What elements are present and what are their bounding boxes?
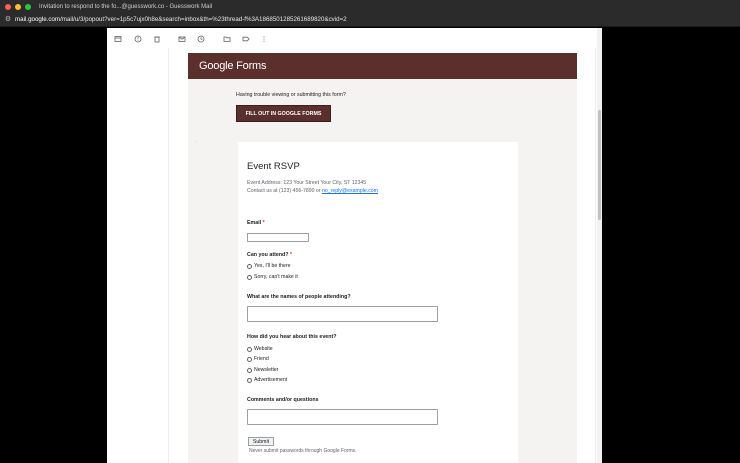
hear-label: How did you hear about this event? [247, 334, 337, 340]
browser-window: Invitation to respond to the fo...@guess… [0, 0, 740, 463]
window-background [597, 28, 740, 463]
label-icon[interactable] [241, 34, 250, 43]
attend-label: Can you attend? * [247, 252, 293, 258]
event-address: Event Address: 123 Your Street Your City… [247, 180, 367, 186]
site-settings-icon[interactable]: ⚙ [4, 16, 12, 24]
radio-button[interactable] [247, 377, 252, 383]
comments-textarea[interactable] [247, 409, 438, 425]
form-title: Event RSVP [247, 161, 300, 172]
contact-prefix: Contact us at (123) 456-7890 or [247, 187, 322, 194]
email-input[interactable] [247, 233, 309, 242]
never-submit-passwords-text: Never submit passwords through Google Fo… [249, 448, 357, 454]
url-path: /mail/u/3/popout?ver=1p5c7ujx0h8e&search… [60, 16, 347, 23]
window-title: Invitation to respond to the fo...@guess… [39, 3, 213, 10]
required-mark: * [262, 220, 265, 226]
hear-option-website[interactable]: Website [247, 346, 273, 352]
google-forms-logo: Google Forms [199, 60, 267, 72]
snooze-icon[interactable] [196, 34, 205, 43]
url-host: mail.google.com [15, 16, 61, 23]
names-textarea[interactable] [247, 306, 438, 322]
radio-button[interactable] [247, 274, 252, 280]
hear-option-advertisement[interactable]: Advertisement [247, 377, 287, 383]
form-description: Event Address: 123 Your Street Your City… [247, 180, 378, 195]
divider-mark: · [196, 139, 198, 145]
comments-label: Comments and/or questions [247, 397, 319, 403]
scrollbar-track[interactable] [597, 28, 602, 463]
close-window-button[interactable] [5, 3, 11, 10]
submit-button[interactable]: Submit [248, 437, 274, 446]
address-bar[interactable]: ⚙ mail.google.com/mail/u/3/popout?ver=1p… [0, 13, 740, 27]
attend-option-yes[interactable]: Yes, I'll be there [247, 263, 291, 269]
delete-icon[interactable] [152, 34, 161, 43]
zoom-window-button[interactable] [25, 3, 31, 10]
url-text[interactable]: mail.google.com/mail/u/3/popout?ver=1p5c… [15, 16, 347, 23]
email-label: Email * [247, 220, 265, 226]
attend-option-no[interactable]: Sorry, can't make it [247, 274, 298, 280]
radio-button[interactable] [247, 346, 252, 352]
radio-button[interactable] [247, 356, 252, 362]
google-forms-header: Google Forms [188, 53, 577, 79]
contact-email-link[interactable]: no_reply@example.com [322, 188, 378, 194]
names-label: What are the names of people attending? [247, 294, 351, 300]
hear-option-newsletter[interactable]: Newsletter [247, 367, 279, 373]
mark-unread-icon[interactable] [177, 34, 186, 43]
hear-option-friend[interactable]: Friend [247, 356, 269, 362]
radio-button[interactable] [247, 367, 252, 373]
fill-out-in-google-forms-button[interactable]: FILL OUT IN GOOGLE FORMS [236, 105, 331, 122]
trouble-text: Having trouble viewing or submitting thi… [236, 92, 346, 98]
window-controls [5, 3, 31, 10]
mail-toolbar [107, 28, 597, 48]
more-vert-icon[interactable] [259, 34, 268, 43]
contact-line: Contact us at (123) 456-7890 or no_reply… [247, 188, 378, 196]
archive-icon[interactable] [113, 34, 122, 43]
minimize-window-button[interactable] [15, 3, 21, 10]
scrollbar-thumb[interactable] [598, 110, 601, 220]
radio-button[interactable] [247, 263, 252, 269]
required-mark: * [289, 252, 293, 258]
report-spam-icon[interactable] [133, 34, 142, 43]
title-bar: Invitation to respond to the fo...@guess… [0, 0, 740, 13]
move-to-icon[interactable] [222, 34, 231, 43]
